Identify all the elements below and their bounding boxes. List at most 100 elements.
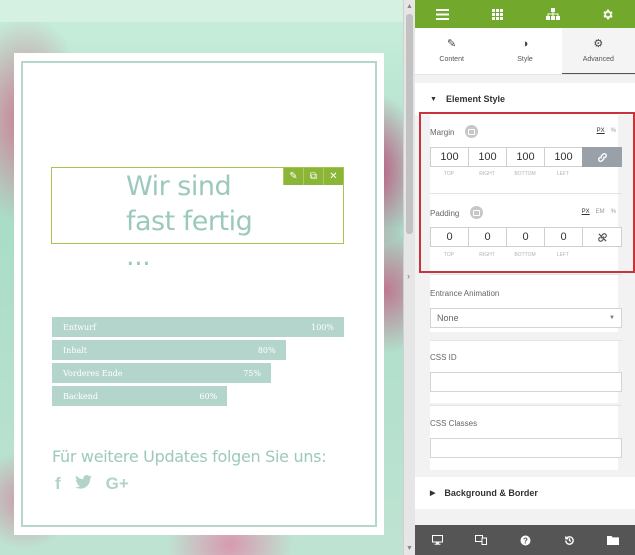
google-plus-icon[interactable]: G+ [106,474,129,494]
duplicate-icon[interactable]: ⧉ [303,168,323,185]
pencil-icon: ✎ [447,38,457,50]
progress-bar: Backend 60% [52,386,228,406]
caption-bottom: BOTTOM [514,252,536,258]
follow-us-text: Für weitere Updates folgen Sie uns: [52,447,327,466]
margin-top-input[interactable]: 100 [430,147,468,167]
remove-icon[interactable]: ✕ [323,168,343,185]
unlink-values-icon[interactable] [582,227,622,247]
caption-top: TOP [443,252,455,258]
desktop-preview-icon[interactable] [415,525,459,555]
chevron-down-icon: ▼ [609,315,615,321]
svg-text:?: ? [523,536,528,545]
bar-label: Backend [63,392,98,401]
padding-inputs: 0 0 0 0 [430,227,622,247]
edit-icon[interactable]: ✎ [283,168,303,185]
bar-label: Inhalt [63,346,88,355]
caret-right-icon: ▶ [430,490,436,497]
editor-panel: ✎ Content ◑ Style ⚙ Advanced ▼ Element S… [415,0,635,555]
bar-percent: 75% [243,369,261,378]
twitter-icon[interactable] [74,474,92,494]
margin-units: PX % [597,128,616,134]
margin-bottom-input[interactable]: 100 [506,147,544,167]
responsive-device-icon[interactable] [470,206,483,219]
coming-soon-page: Wir sind fast fertig ... ✎ ⧉ ✕ Entwurf 1… [14,53,384,535]
unit-px[interactable]: PX [582,209,590,215]
preview-scrollbar[interactable]: ▲ › ▼ [403,0,415,555]
panel-body: ▼ Element Style Margin PX % 100 100 100 … [415,75,635,525]
padding-right-input[interactable]: 0 [468,227,506,247]
preview-canvas[interactable]: Wir sind fast fertig ... ✎ ⧉ ✕ Entwurf 1… [0,0,403,555]
tab-content[interactable]: ✎ Content [415,28,488,74]
tab-style[interactable]: ◑ Style [488,28,561,74]
bar-label: Entwurf [63,323,96,332]
progress-bar: Inhalt 80% [52,340,286,360]
contrast-icon: ◑ [521,38,529,50]
panel-tabs: ✎ Content ◑ Style ⚙ Advanced [415,28,635,75]
navigator-sitemap-icon[interactable] [525,0,580,28]
css-id-input[interactable] [430,372,622,392]
progress-bars[interactable]: Entwurf 100% Inhalt 80% Vorderes Ende 75… [52,317,344,409]
social-icons: f G+ [55,474,129,494]
history-icon[interactable] [547,525,591,555]
folder-icon[interactable] [591,525,635,555]
unit-px[interactable]: PX [597,128,605,134]
margin-inputs: 100 100 100 100 [430,147,622,167]
hamburger-menu-icon[interactable] [415,0,470,28]
unit-percent[interactable]: % [611,128,616,134]
css-classes-input[interactable] [430,438,622,458]
collapse-panel-arrow-icon[interactable]: › [407,271,410,281]
scroll-down-arrow-icon[interactable]: ▼ [406,545,413,552]
entrance-animation-value: None [437,313,459,323]
padding-units: PX EM % [582,209,616,215]
padding-top-input[interactable]: 0 [430,227,468,247]
responsive-device-icon[interactable] [465,125,478,138]
margin-captions: TOP RIGHT BOTTOM LEFT [430,171,582,177]
bar-percent: 80% [257,346,276,355]
padding-left-input[interactable]: 0 [544,227,582,247]
heading-text: Wir sind fast fertig ... [126,171,253,272]
panel-footer: ? [415,525,635,555]
padding-bottom-input[interactable]: 0 [506,227,544,247]
widgets-grid-icon[interactable] [470,0,525,28]
preview-top-strip [0,0,403,22]
responsive-mode-icon[interactable] [459,525,503,555]
tab-label: Content [439,56,464,63]
css-id-label: CSS ID [430,353,457,362]
caption-right: RIGHT [479,171,495,177]
panel-topbar [415,0,635,28]
scrollbar-thumb[interactable] [406,14,413,234]
margin-label: Margin [430,128,455,137]
section-element-style[interactable]: ▼ Element Style [415,83,635,115]
settings-gear-icon[interactable] [580,0,635,28]
tab-label: Advanced [582,55,614,63]
progress-bar: Vorderes Ende 75% [52,363,271,383]
unit-percent[interactable]: % [611,209,616,215]
caption-left: LEFT [556,171,570,177]
heading-widget[interactable]: Wir sind fast fertig ... ✎ ⧉ ✕ [51,167,344,272]
unit-em[interactable]: EM [596,209,605,215]
section-title: Element Style [445,94,505,104]
padding-label: Padding [430,209,460,218]
facebook-icon[interactable]: f [55,474,61,494]
help-icon[interactable]: ? [503,525,547,555]
link-values-icon[interactable] [582,147,622,167]
tab-advanced[interactable]: ⚙ Advanced [561,28,635,74]
entrance-animation-select[interactable]: None ▼ [430,308,622,328]
gear-icon: ⚙ [593,37,604,50]
margin-left-input[interactable]: 100 [544,147,582,167]
section-background-border[interactable]: ▶ Background & Border [415,477,635,509]
css-classes-label: CSS Classes [430,419,478,428]
widget-toolbar: ✎ ⧉ ✕ [283,168,343,185]
margin-right-input[interactable]: 100 [468,147,506,167]
bar-percent: 60% [199,392,218,401]
tab-label: Style [517,56,533,63]
section-title: Background & Border [444,488,538,498]
caption-top: TOP [443,171,455,177]
caption-right: RIGHT [479,252,495,258]
padding-captions: TOP RIGHT BOTTOM LEFT [430,252,582,258]
scroll-up-arrow-icon[interactable]: ▲ [406,3,413,10]
progress-bar: Entwurf 100% [52,317,344,337]
padding-control: Padding PX EM % 0 0 0 0 TOP RIGHT BOTTOM [430,194,622,272]
bar-label: Vorderes Ende [63,369,123,378]
caption-left: LEFT [556,252,570,258]
